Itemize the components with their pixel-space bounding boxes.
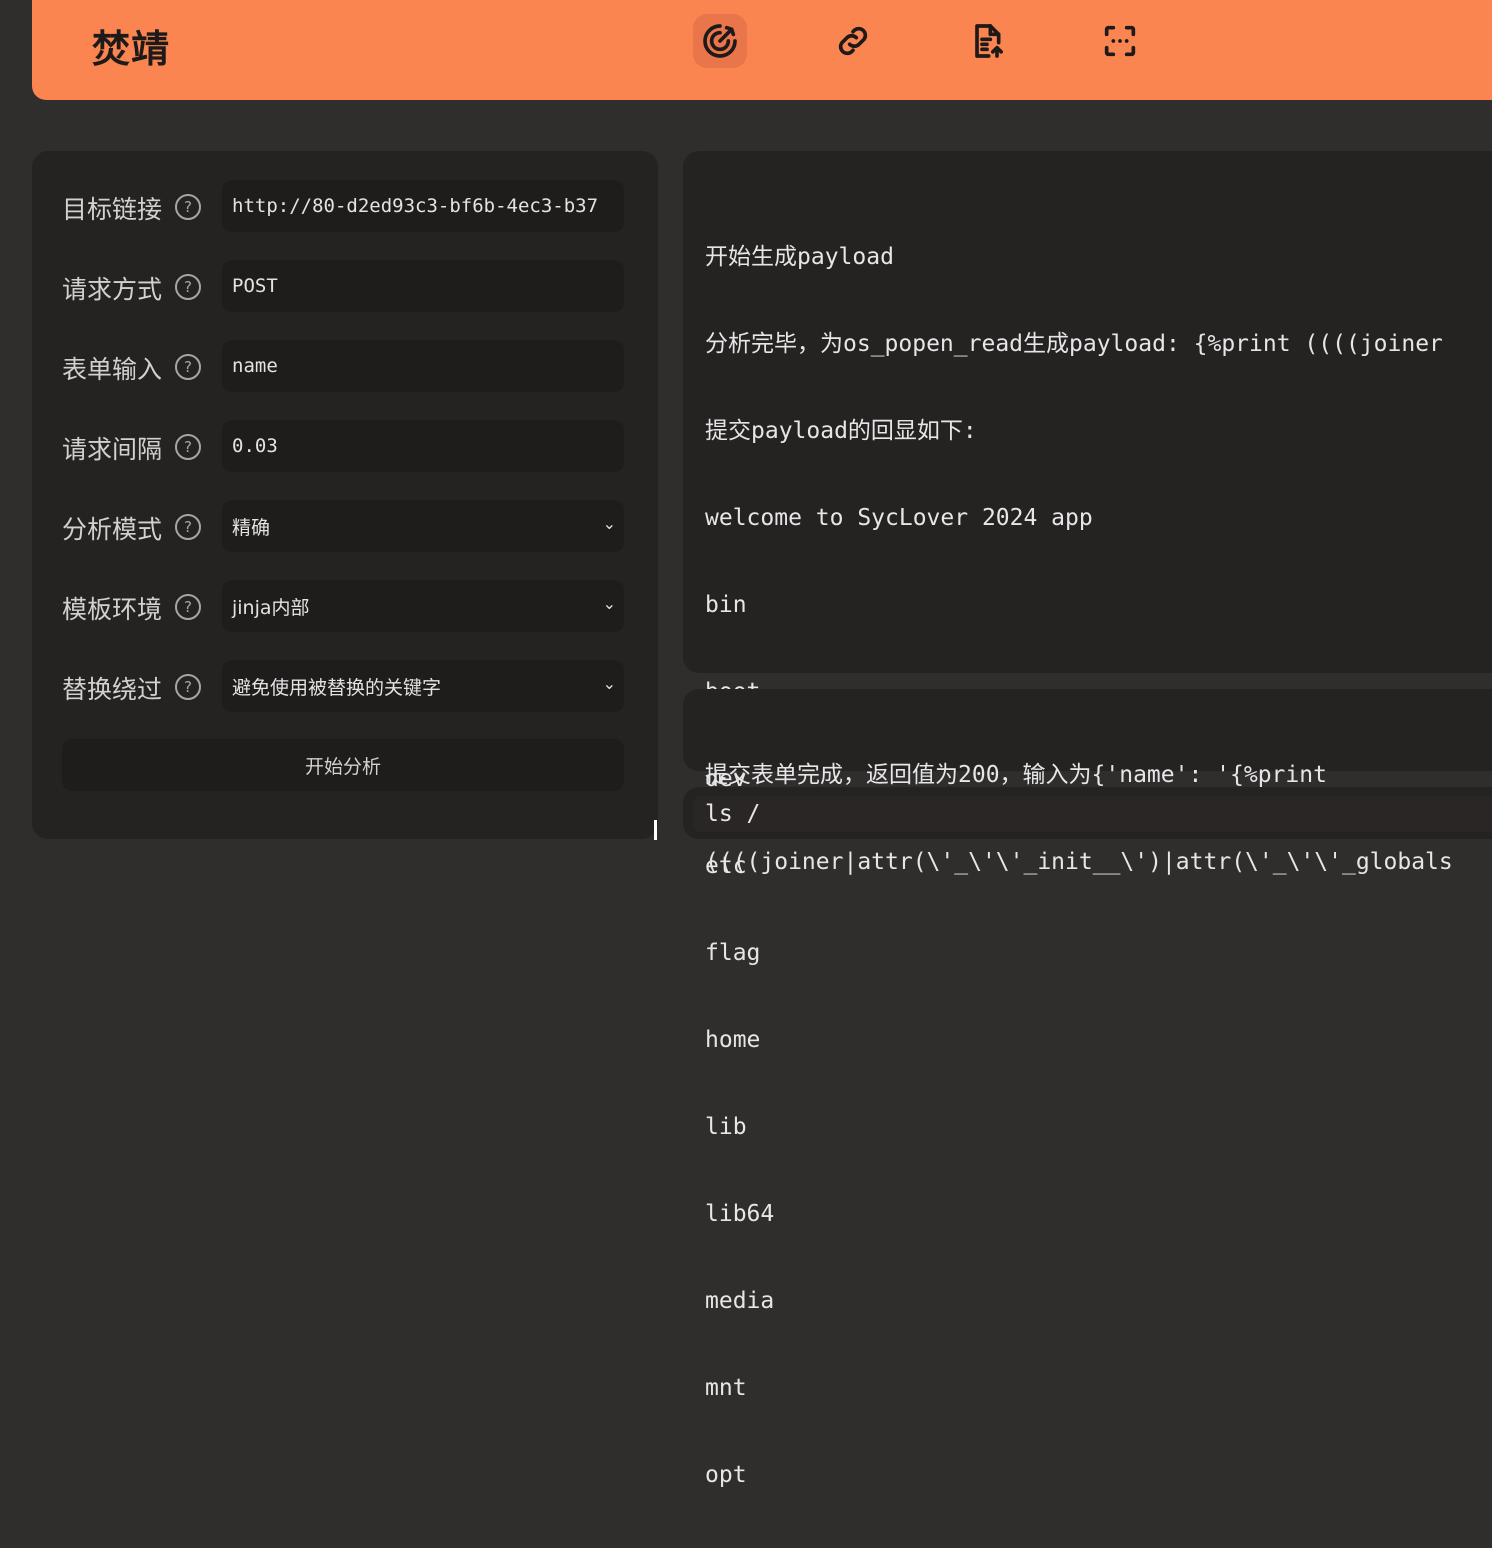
output-line: 分析完毕，为os_popen_read生成payload: {%print ((… [705,331,1443,357]
form-input-label: 表单输入 [62,355,163,384]
status-line: 提交表单完成，返回值为200，输入为{'name': '{%print [705,762,1327,788]
status-panel: 提交表单完成，返回值为200，输入为{'name': '{%print ((((… [683,689,1492,875]
command-panel: ls / [683,787,1492,839]
help-icon[interactable]: ? [175,354,201,380]
help-icon[interactable]: ? [175,514,201,540]
output-line: lib [705,1114,747,1140]
form-row-target-url: 目标链接 ? http://80-d2ed93c3-bf6b-4ec3-b37 [62,180,626,232]
nav-link-button[interactable] [826,14,880,68]
analysis-mode-label: 分析模式 [62,515,163,544]
command-input[interactable]: ls / [693,796,1492,832]
chevron-down-icon: ⌄ [602,674,616,693]
crack-target-icon [703,24,737,58]
output-line: 提交payload的回显如下: [705,418,977,444]
help-icon[interactable]: ? [175,674,201,700]
nav-scan-button[interactable] [1093,14,1147,68]
analysis-form: 目标链接 ? http://80-d2ed93c3-bf6b-4ec3-b37 … [32,151,658,839]
output-line: lib64 [705,1201,775,1227]
output-line: flag [705,940,761,966]
chevron-down-icon: ⌄ [602,594,616,613]
method-label: 请求方式 [62,275,163,304]
form-row-method: 请求方式 ? POST [62,260,626,312]
method-input[interactable]: POST [222,260,624,312]
interval-label: 请求间隔 [62,435,163,464]
top-navbar: 焚靖 [32,0,1492,100]
form-row-template-env: 模板环境 ? jinja内部 ⌄ [62,580,626,632]
analysis-mode-select[interactable]: 精确 ⌄ [222,500,624,552]
output-line: welcome to SycLover 2024 app [705,505,1093,531]
target-url-label: 目标链接 [62,195,163,224]
interval-input[interactable]: 0.03 [222,420,624,472]
replace-bypass-label: 替换绕过 [62,675,163,704]
output-line: media [705,1288,775,1314]
help-icon[interactable]: ? [175,434,201,460]
nav-crack-button[interactable] [693,14,747,68]
app-brand: 焚靖 [92,27,171,71]
help-icon[interactable]: ? [175,274,201,300]
form-row-analysis-mode: 分析模式 ? 精确 ⌄ [62,500,626,552]
chevron-down-icon: ⌄ [602,514,616,533]
scan-icon [1104,25,1136,57]
output-line: opt [705,1462,747,1488]
start-analysis-button[interactable]: 开始分析 [62,739,624,791]
template-env-label: 模板环境 [62,595,163,624]
replace-bypass-value: 避免使用被替换的关键字 [232,676,442,699]
form-row-form-input: 表单输入 ? name [62,340,626,392]
help-icon[interactable]: ? [175,194,201,220]
form-row-interval: 请求间隔 ? 0.03 [62,420,626,472]
output-console: 开始生成payload 分析完毕，为os_popen_read生成payload… [683,151,1492,1488]
text-cursor [654,820,657,840]
replace-bypass-select[interactable]: 避免使用被替换的关键字 ⌄ [222,660,624,712]
template-env-value: jinja内部 [232,596,310,619]
link-icon [838,26,868,56]
output-line: home [705,1027,761,1053]
output-line: mnt [705,1375,747,1401]
status-line: ((((joiner|attr(\'_\'\'_init__\')|attr(\… [705,849,1453,875]
template-env-select[interactable]: jinja内部 ⌄ [222,580,624,632]
file-upload-icon [975,24,1003,58]
nav-upload-button[interactable] [960,14,1014,68]
form-row-replace-bypass: 替换绕过 ? 避免使用被替换的关键字 ⌄ [62,660,626,712]
target-url-input[interactable]: http://80-d2ed93c3-bf6b-4ec3-b37 [222,180,624,232]
form-input-field[interactable]: name [222,340,624,392]
help-icon[interactable]: ? [175,594,201,620]
output-line: 开始生成payload [705,244,894,270]
output-line: bin [705,592,747,618]
analysis-mode-value: 精确 [232,516,271,539]
